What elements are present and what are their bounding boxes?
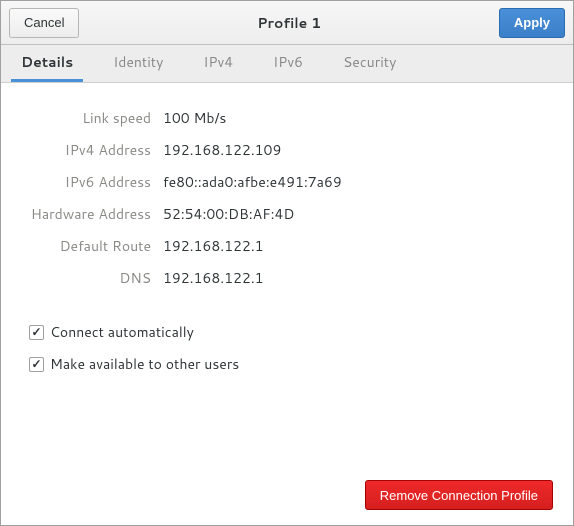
hardware-address-label: Hardware Address bbox=[21, 204, 151, 224]
available-to-others-checkbox[interactable] bbox=[29, 357, 44, 372]
header-bar: Cancel Profile 1 Apply bbox=[1, 1, 573, 45]
ipv4-address-value: 192.168.122.109 bbox=[163, 140, 553, 160]
link-speed-value: 100 Mb/s bbox=[163, 108, 553, 128]
link-speed-label: Link speed bbox=[21, 108, 151, 128]
tab-ipv6[interactable]: IPv6 bbox=[263, 45, 313, 82]
cancel-button[interactable]: Cancel bbox=[9, 8, 79, 38]
ipv6-address-label: IPv6 Address bbox=[21, 172, 151, 192]
available-to-others-row[interactable]: Make available to other users bbox=[29, 354, 545, 374]
dns-value: 192.168.122.1 bbox=[163, 268, 553, 288]
default-route-value: 192.168.122.1 bbox=[163, 236, 553, 256]
window-title: Profile 1 bbox=[79, 13, 498, 33]
tab-details[interactable]: Details bbox=[11, 45, 83, 82]
tab-security[interactable]: Security bbox=[333, 45, 406, 82]
ipv4-address-label: IPv4 Address bbox=[21, 140, 151, 160]
tab-ipv4[interactable]: IPv4 bbox=[193, 45, 243, 82]
hardware-address-value: 52:54:00:DB:AF:4D bbox=[163, 204, 553, 224]
connect-automatically-row[interactable]: Connect automatically bbox=[29, 322, 545, 342]
default-route-label: Default Route bbox=[21, 236, 151, 256]
tab-identity[interactable]: Identity bbox=[103, 45, 173, 82]
remove-connection-button[interactable]: Remove Connection Profile bbox=[365, 480, 553, 510]
details-pane: Link speed 100 Mb/s IPv4 Address 192.168… bbox=[1, 83, 573, 525]
details-grid: Link speed 100 Mb/s IPv4 Address 192.168… bbox=[21, 108, 553, 288]
footer: Remove Connection Profile bbox=[21, 480, 553, 510]
ipv6-address-value: fe80::ada0:afbe:e491:7a69 bbox=[163, 172, 553, 192]
available-to-others-label: Make available to other users bbox=[50, 354, 239, 374]
connect-automatically-checkbox[interactable] bbox=[29, 325, 44, 340]
dns-label: DNS bbox=[21, 268, 151, 288]
apply-button[interactable]: Apply bbox=[499, 8, 565, 38]
profile-dialog: Cancel Profile 1 Apply Details Identity … bbox=[0, 0, 574, 526]
connect-automatically-label: Connect automatically bbox=[50, 322, 194, 342]
tab-bar: Details Identity IPv4 IPv6 Security bbox=[1, 45, 573, 83]
